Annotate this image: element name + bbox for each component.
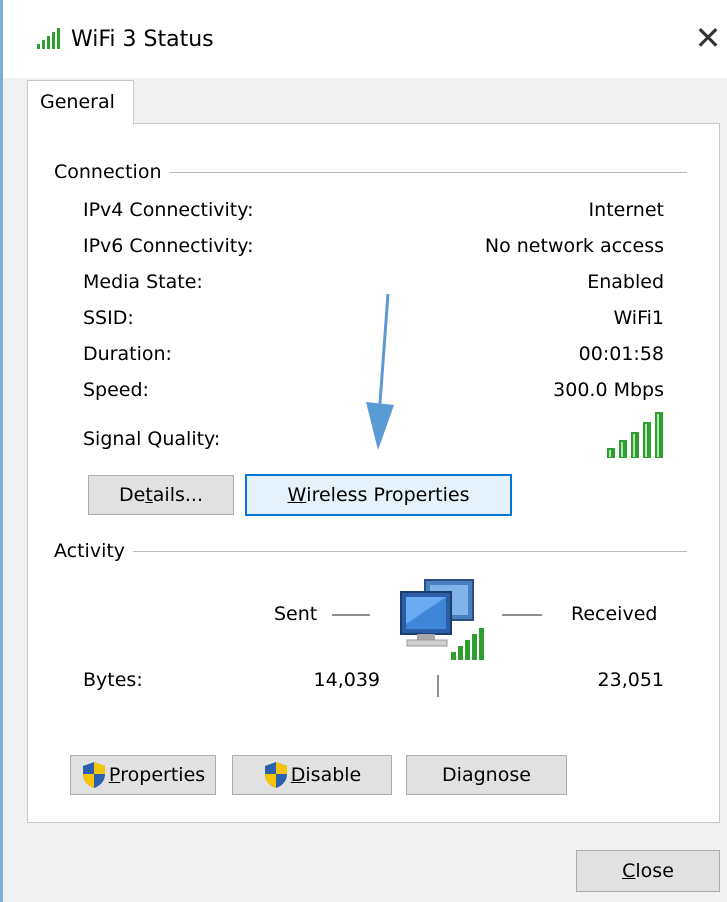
wifi-status-window: WiFi 3 Status ✕ General Connection IPv4 …: [0, 0, 727, 902]
close-icon[interactable]: ✕: [693, 20, 723, 56]
details-label-a: De: [119, 484, 146, 506]
ipv6-label: IPv6 Connectivity:: [83, 235, 254, 257]
sent-label: Sent: [274, 603, 318, 625]
properties-label-accesskey: P: [108, 764, 121, 786]
sent-connector-line: [332, 614, 370, 616]
signal-quality-icon: [607, 412, 663, 458]
ipv4-label: IPv4 Connectivity:: [83, 199, 254, 221]
close-button[interactable]: Close: [576, 850, 720, 892]
wireless-label: ireless Properties: [306, 484, 470, 506]
ssid-label: SSID:: [83, 307, 134, 329]
bytes-sent-value: 14,039: [313, 669, 380, 691]
network-computers-icon: [400, 579, 484, 660]
duration-value: 00:01:58: [578, 343, 664, 365]
tab-general-label: General: [40, 91, 115, 113]
received-connector-line: [502, 614, 542, 616]
diagnose-label-b: nose: [485, 764, 531, 786]
close-label: lose: [635, 860, 674, 882]
window-border: [0, 0, 3, 902]
disable-label-accesskey: D: [290, 764, 306, 786]
media-state-label: Media State:: [83, 271, 203, 293]
properties-label: roperties: [120, 764, 206, 786]
speed-value: 300.0 Mbps: [553, 379, 664, 401]
details-label-b: ails...: [152, 484, 203, 506]
activity-divider-vertical: [437, 675, 439, 697]
duration-label: Duration:: [83, 343, 172, 365]
ssid-value: WiFi1: [613, 307, 664, 329]
close-label-accesskey: C: [622, 860, 636, 882]
uac-shield-icon: [264, 762, 287, 788]
activity-group-title: Activity: [54, 540, 134, 562]
diagnose-label-accesskey: g: [473, 764, 486, 786]
signal-strength-icon: [37, 28, 60, 49]
disable-button[interactable]: Disable: [232, 755, 392, 795]
connection-group-title: Connection: [54, 161, 170, 183]
details-button[interactable]: De t ails...: [88, 475, 234, 515]
title-bar[interactable]: WiFi 3 Status ✕: [3, 0, 727, 78]
activity-divider: [60, 551, 687, 552]
diagnose-label-a: Dia: [442, 764, 474, 786]
signal-quality-label: Signal Quality:: [83, 428, 221, 450]
speed-label: Speed:: [83, 379, 149, 401]
window-title: WiFi 3 Status: [71, 27, 214, 52]
bytes-received-value: 23,051: [597, 669, 664, 691]
disable-label: isable: [305, 764, 362, 786]
ipv4-value: Internet: [588, 199, 664, 221]
general-panel: [27, 123, 720, 823]
wireless-properties-button[interactable]: Wireless Properties: [245, 474, 512, 516]
ipv6-value: No network access: [484, 235, 664, 257]
annotation-arrow-icon: [366, 293, 394, 450]
bytes-label: Bytes:: [83, 669, 143, 691]
received-label: Received: [571, 603, 658, 625]
diagnose-button[interactable]: Dia g nose: [406, 755, 567, 795]
wireless-label-accesskey: W: [287, 484, 307, 506]
media-state-value: Enabled: [587, 271, 664, 293]
uac-shield-icon: [82, 762, 105, 788]
properties-button[interactable]: Properties: [70, 755, 216, 795]
tab-general[interactable]: General: [27, 80, 134, 125]
details-label-accesskey: t: [145, 484, 153, 506]
